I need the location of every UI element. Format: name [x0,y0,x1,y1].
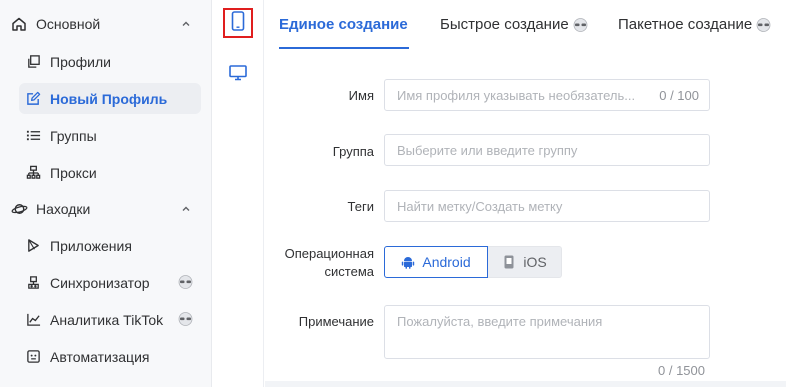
sidebar-section-label: Основной [36,16,101,32]
sync-icon [24,274,42,292]
tab-label: Пакетное создание [618,16,753,33]
device-mobile-button[interactable] [223,8,253,38]
name-input[interactable]: Имя профиля указывать необязатель... 0 /… [384,79,710,111]
list-icon [24,127,42,145]
tab-label: Быстрое создание [440,16,569,33]
note-label: Примечание [298,314,374,329]
sidebar-item-groups[interactable]: Группы [19,120,201,151]
sidebar-item-label: Синхронизатор [50,274,150,291]
sidebar-item-synchronizer[interactable]: Синхронизатор [19,267,201,298]
sidebar-section-label: Находки [36,201,91,217]
sidebar-item-label: Прокси [50,164,97,181]
group-select[interactable]: Выберите или введите группу [384,134,710,166]
group-label: Группа [332,144,374,159]
note-placeholder: Пожалуйста, введите примечания [397,314,603,329]
group-placeholder: Выберите или введите группу [397,142,578,158]
note-char-counter: 0 / 1500 [658,363,705,378]
sidebar-item-proxy[interactable]: Прокси [19,157,201,188]
sidebar: Основной Профили Новый Профиль Группы Пр… [0,0,212,387]
tab-batch-create[interactable]: Пакетное создание [618,16,772,33]
play-icon [24,237,42,255]
sidebar-section-finds[interactable]: Находки [10,194,202,224]
pro-badge-icon [178,275,193,289]
sidebar-item-label: Приложения [50,237,132,254]
os-option-label: iOS [523,254,547,270]
active-tab-underline [279,47,409,49]
name-placeholder: Имя профиля указывать необязатель... [397,87,636,103]
device-type-rail [212,0,264,387]
home-icon [10,15,28,33]
bottom-divider [265,381,786,387]
os-ios-button[interactable]: iOS [488,246,562,278]
device-desktop-button[interactable] [223,60,253,90]
phone-icon [231,10,245,36]
sidebar-item-label: Профили [50,53,111,70]
sidebar-item-profiles[interactable]: Профили [19,46,201,77]
chart-icon [24,311,42,329]
monitor-icon [228,64,248,87]
sidebar-item-automation[interactable]: Автоматизация [19,341,201,372]
copy-icon [24,53,42,71]
name-char-counter: 0 / 100 [659,88,699,103]
chevron-up-icon[interactable] [180,202,192,218]
name-label: Имя [348,88,374,103]
tags-input[interactable]: Найти метку/Создать метку [384,190,710,222]
tags-label: Теги [347,199,374,214]
sidebar-item-label: Новый Профиль [50,90,168,107]
creation-tabs: Единое создание Быстрое создание Пакетно… [265,0,786,50]
android-icon [401,255,415,269]
pro-badge-icon [573,17,588,32]
tab-label: Единое создание [279,16,408,33]
planet-icon [10,200,28,218]
os-android-button[interactable]: Android [384,246,488,278]
edit-icon [24,90,42,108]
tags-placeholder: Найти метку/Создать метку [397,198,563,214]
sidebar-item-label: Аналитика TikTok [50,311,164,328]
sidebar-item-label: Группы [50,127,97,144]
note-textarea[interactable]: Пожалуйста, введите примечания [384,305,710,359]
sidebar-item-apps[interactable]: Приложения [19,230,201,261]
robot-icon [24,348,42,366]
app-window: Основной Профили Новый Профиль Группы Пр… [0,0,786,387]
pro-badge-icon [756,17,771,32]
sidebar-item-label: Автоматизация [50,348,150,365]
os-label-line1: Операционная [284,246,374,261]
os-option-label: Android [422,254,471,270]
ios-device-icon [502,255,516,269]
os-label-line2: система [324,264,374,279]
os-label: Операционная система [274,245,374,281]
pro-badge-icon [178,312,193,326]
main-panel: Единое создание Быстрое создание Пакетно… [265,0,786,387]
sidebar-item-tiktok-analytics[interactable]: Аналитика TikTok [19,304,201,335]
tab-quick-create[interactable]: Быстрое создание [440,16,589,33]
tab-single-create[interactable]: Единое создание [279,16,408,33]
network-icon [24,164,42,182]
sidebar-section-main[interactable]: Основной [10,9,202,39]
sidebar-item-new-profile[interactable]: Новый Профиль [19,83,201,114]
chevron-up-icon[interactable] [180,17,192,33]
